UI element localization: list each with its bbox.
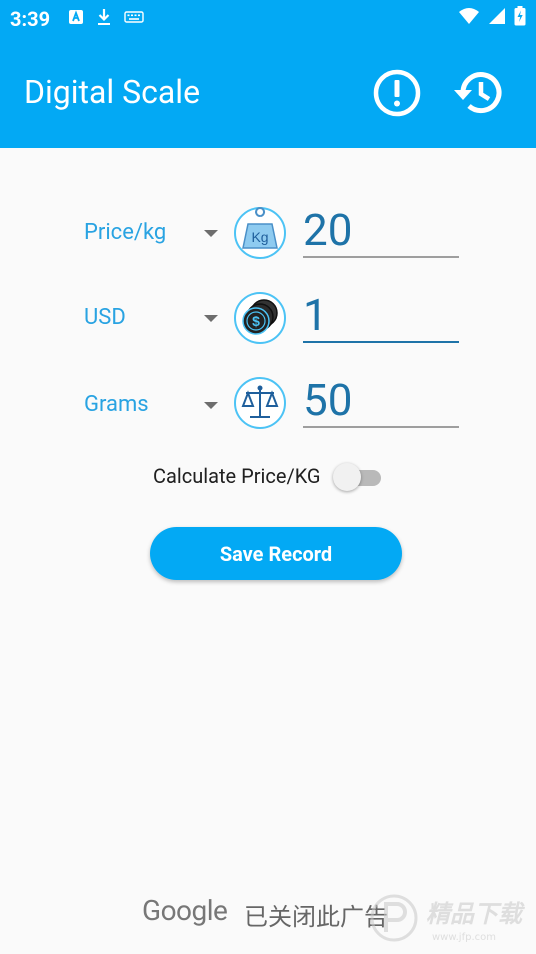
app-title: Digital Scale [24,73,201,111]
dropdown-arrow-icon [204,402,218,409]
unit-label: Price/kg [84,220,167,245]
status-time: 3:39 [10,7,51,31]
currency-value-input[interactable] [303,289,459,343]
watermark-logo: 精品下载 www.jfp.com [370,894,526,943]
balance-scale-icon [234,377,286,429]
status-notification-icons [68,8,144,26]
history-icon [454,72,502,114]
battery-charging-icon [514,6,526,26]
currency-row: USD $ [0,289,536,351]
ad-google-logo: Google [142,894,228,927]
app-toolbar: Digital Scale [0,38,536,148]
svg-text:$: $ [252,313,260,329]
calculate-toggle-label: Calculate Price/KG [153,464,321,488]
status-system-icons [458,6,526,26]
save-record-button[interactable]: Save Record [150,527,402,580]
svg-text:Kg: Kg [251,229,268,245]
coins-icon: $ [234,292,286,344]
info-icon [373,69,421,117]
status-bar: 3:39 [0,0,536,38]
unit-dropdown-currency[interactable]: USD [82,299,222,339]
unit-dropdown-price[interactable]: Price/kg [82,214,222,254]
price-row: Price/kg Kg [0,204,536,266]
unit-label: USD [84,305,126,330]
dropdown-arrow-icon [204,230,218,237]
unit-dropdown-weight[interactable]: Grams [82,386,222,426]
cell-signal-icon [489,8,505,24]
svg-text:精品下载: 精品下载 [426,900,526,928]
calculate-price-switch[interactable] [333,461,385,491]
weight-value-input[interactable] [303,374,459,428]
switch-thumb [333,463,361,491]
download-icon [98,9,110,25]
history-button[interactable] [453,68,503,118]
info-button[interactable] [372,68,422,118]
font-a-icon [69,10,83,24]
dropdown-arrow-icon [204,315,218,322]
price-value-input[interactable] [303,204,459,258]
kg-weight-icon: Kg [234,207,286,259]
svg-text:www.jfp.com: www.jfp.com [432,932,496,943]
ad-banner: Google 已关闭此广告 精品下载 www.jfp.com [0,880,536,954]
weight-row: Grams [0,374,536,436]
unit-label: Grams [84,392,149,417]
wifi-icon [459,8,479,24]
keyboard-icon [124,11,144,23]
